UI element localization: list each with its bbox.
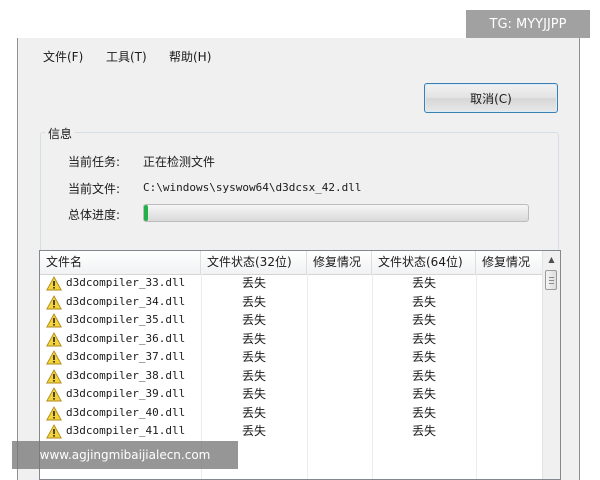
column-header-repair-32[interactable]: 修复情况 [307, 251, 372, 274]
vertical-scrollbar[interactable]: ▲ [542, 251, 560, 479]
overall-progress-label: 总体进度: [68, 208, 121, 222]
overall-progress-bar [143, 204, 529, 222]
cell-status-32: 丢失 [241, 313, 266, 327]
cell-status-64: 丢失 [411, 368, 436, 383]
info-group: 信息 当前任务: 正在检测文件 当前文件: C:\windows\syswow6… [40, 125, 559, 269]
cell-status-64: 丢失 [411, 350, 436, 364]
table-row[interactable]: d3dcompiler_40.dll 丢失 丢失 [40, 404, 543, 423]
cell-status-64: 丢失 [411, 387, 436, 401]
menu-help[interactable]: 帮助(H) [169, 48, 211, 65]
cell-status-64: 丢失 [411, 276, 436, 290]
repair-dialog: 文件(F) 工具(T) 帮助(H) 取消(C) 信息 当前任务: 正在检测文件 … [17, 38, 580, 480]
cancel-button[interactable]: 取消(C) [424, 83, 558, 113]
info-group-title: 信息 [45, 125, 76, 142]
cell-status-32: 丢失 [241, 405, 266, 420]
current-task-value: 正在检测文件 [143, 155, 216, 169]
cell-filename: d3dcompiler_35.dll [66, 313, 186, 326]
cell-filename: d3dcompiler_33.dll [66, 276, 186, 289]
cell-status-64: 丢失 [411, 331, 436, 346]
overall-progress-fill [144, 205, 148, 221]
table-row[interactable]: d3dcompiler_34.dll 丢失 丢失 [40, 293, 543, 312]
current-task-label: 当前任务: [68, 155, 121, 169]
table-row[interactable]: d3dcompiler_41.dll 丢失 丢失 [40, 422, 543, 441]
file-list-body: d3dcompiler_33.dll 丢失 丢失 d3dcompiler_34.dll… [40, 274, 543, 441]
table-row[interactable]: d3dcompiler_35.dll 丢失 丢失 [40, 311, 543, 330]
cell-filename: d3dcompiler_34.dll [66, 294, 186, 308]
cell-status-32: 丢失 [241, 276, 266, 290]
scroll-up-arrow-icon[interactable]: ▲ [543, 251, 560, 268]
watermark-bottom: www.agjingmibaijialecn.com [12, 441, 238, 469]
column-header-status-64[interactable]: 文件状态(64位) [372, 251, 476, 274]
cell-filename: d3dcompiler_37.dll [66, 350, 186, 363]
cell-status-64: 丢失 [411, 405, 436, 420]
cell-status-32: 丢失 [241, 294, 266, 309]
scroll-thumb[interactable] [545, 270, 557, 290]
menu-file[interactable]: 文件(F) [43, 48, 83, 65]
menu-tools[interactable]: 工具(T) [106, 48, 147, 65]
column-header-repair-64[interactable]: 修复情况 [476, 251, 543, 274]
cell-filename: d3dcompiler_41.dll [66, 424, 186, 437]
cell-filename: d3dcompiler_36.dll [66, 331, 186, 345]
file-list-header: 文件名 文件状态(32位) 修复情况 文件状态(64位) 修复情况 [40, 251, 543, 275]
cell-status-64: 丢失 [411, 294, 436, 309]
current-file-label: 当前文件: [68, 182, 121, 196]
table-row[interactable]: d3dcompiler_38.dll 丢失 丢失 [40, 367, 543, 386]
cell-status-32: 丢失 [241, 387, 266, 401]
column-header-filename[interactable]: 文件名 [40, 251, 201, 274]
cell-filename: d3dcompiler_40.dll [66, 405, 186, 419]
cell-status-32: 丢失 [241, 424, 266, 438]
cell-status-32: 丢失 [241, 350, 266, 364]
watermark-top: TG: MYYJJPP [466, 10, 590, 38]
table-row[interactable]: d3dcompiler_33.dll 丢失 丢失 [40, 274, 543, 293]
table-row[interactable]: d3dcompiler_37.dll 丢失 丢失 [40, 348, 543, 367]
cell-filename: d3dcompiler_39.dll [66, 387, 186, 400]
cell-status-32: 丢失 [241, 368, 266, 383]
menu-bar: 文件(F) 工具(T) 帮助(H) [18, 38, 579, 74]
cell-status-64: 丢失 [411, 313, 436, 327]
column-header-status-32[interactable]: 文件状态(32位) [201, 251, 307, 274]
table-row[interactable]: d3dcompiler_36.dll 丢失 丢失 [40, 330, 543, 349]
current-file-value: C:\windows\syswow64\d3dcsx_42.dll [143, 181, 362, 194]
cell-filename: d3dcompiler_38.dll [66, 368, 186, 382]
cell-status-32: 丢失 [241, 331, 266, 346]
table-row[interactable]: d3dcompiler_39.dll 丢失 丢失 [40, 385, 543, 404]
cell-status-64: 丢失 [411, 424, 436, 438]
